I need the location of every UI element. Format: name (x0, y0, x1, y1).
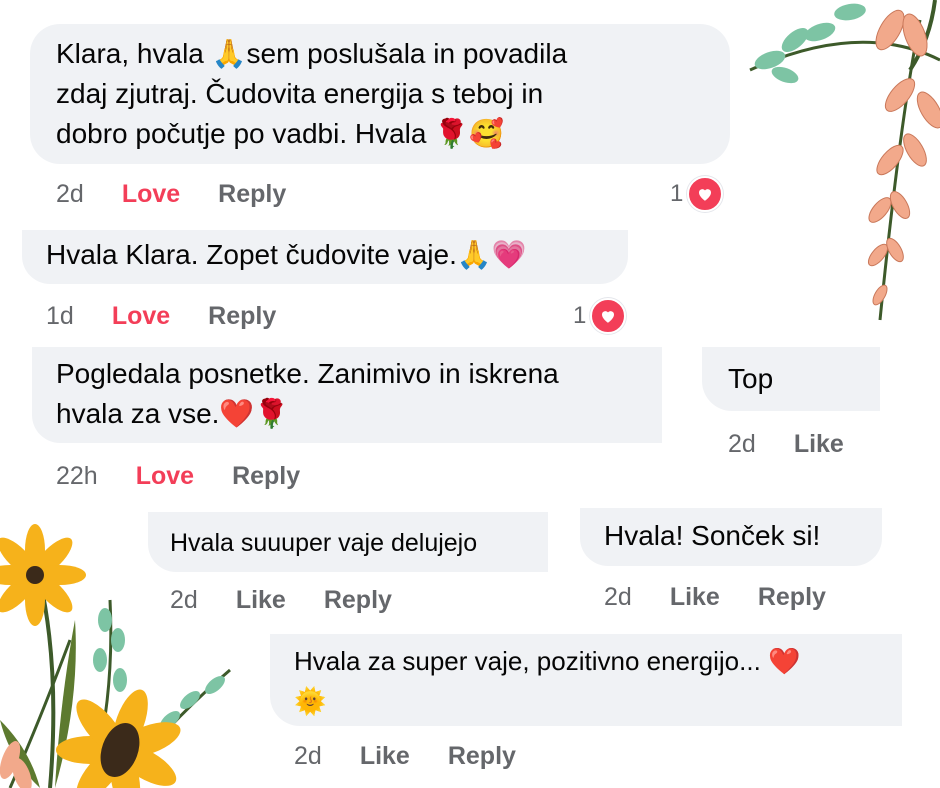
love-button[interactable]: Love (136, 462, 194, 491)
comment-text-line: dobro počutje po vadbi. Hvala 🌹🥰 (56, 118, 504, 149)
comment-timestamp: 2d (728, 430, 756, 458)
comment-actions: 1d Love Reply (46, 302, 314, 331)
comment-text-line: Hvala suuuper vaje delujejo (170, 529, 478, 557)
comment-text-line: zdaj zjutraj. Čudovita energija s teboj … (56, 78, 544, 109)
comment-bubble: Hvala za super vaje, pozitivno energijo.… (270, 634, 902, 726)
comment-actions: 2d Like (728, 430, 882, 459)
comment-timestamp: 2d (56, 180, 84, 208)
reply-button[interactable]: Reply (208, 302, 276, 331)
comment-text-line: Hvala Klara. Zopet čudovite vaje.🙏💗 (46, 239, 527, 270)
reply-button[interactable]: Reply (218, 180, 286, 209)
reply-button[interactable]: Reply (324, 586, 392, 615)
comment-bubble: Hvala Klara. Zopet čudovite vaje.🙏💗 (22, 230, 628, 284)
reply-button[interactable]: Reply (232, 462, 300, 491)
comment-actions: 2d Like Reply (170, 586, 430, 615)
reaction-count: 1 (670, 180, 684, 207)
reply-button[interactable]: Reply (448, 742, 516, 771)
comment-bubble: Top (702, 347, 880, 411)
like-button[interactable]: Like (670, 583, 720, 612)
comment-timestamp: 2d (294, 742, 322, 770)
comment-bubble: Pogledala posnetke. Zanimivo in iskrena … (32, 347, 662, 443)
comment-timestamp: 2d (604, 583, 632, 611)
comment-bubble: Klara, hvala 🙏sem poslušala in povadila … (30, 24, 730, 164)
comment-text-line: Pogledala posnetke. Zanimivo in iskrena (56, 358, 559, 389)
comment-actions: 22h Love Reply (56, 462, 338, 491)
comment-timestamp: 1d (46, 302, 74, 330)
love-button[interactable]: Love (122, 180, 180, 209)
like-button[interactable]: Like (236, 586, 286, 615)
reply-button[interactable]: Reply (758, 583, 826, 612)
heart-icon (687, 176, 724, 212)
reaction-summary[interactable]: 1 (670, 176, 724, 212)
like-button[interactable]: Like (794, 430, 844, 459)
comment-actions: 2d Like Reply (604, 583, 864, 612)
comment-text-line: 🌞 (294, 686, 327, 716)
comment-actions: 2d Love Reply (56, 180, 324, 209)
comment-text-line: Klara, hvala 🙏sem poslušala in povadila (56, 38, 568, 69)
comment-bubble: Hvala! Sonček si! (580, 508, 882, 566)
like-button[interactable]: Like (360, 742, 410, 771)
comment-text-line: Hvala za super vaje, pozitivno energijo.… (294, 646, 801, 676)
comment-actions: 2d Like Reply (294, 742, 554, 771)
comment-text-line: Top (728, 363, 774, 394)
reaction-summary[interactable]: 1 (573, 298, 627, 334)
reaction-count: 1 (573, 302, 587, 329)
comment-text-line: Hvala! Sonček si! (604, 520, 821, 551)
love-button[interactable]: Love (112, 302, 170, 331)
comment-bubble: Hvala suuuper vaje delujejo (148, 512, 548, 572)
leaf-branch-decoration (749, 0, 940, 321)
heart-icon (590, 298, 627, 334)
comment-timestamp: 22h (56, 462, 98, 490)
comment-timestamp: 2d (170, 586, 198, 614)
comment-text-line: hvala za vse.❤️🌹 (56, 398, 290, 429)
